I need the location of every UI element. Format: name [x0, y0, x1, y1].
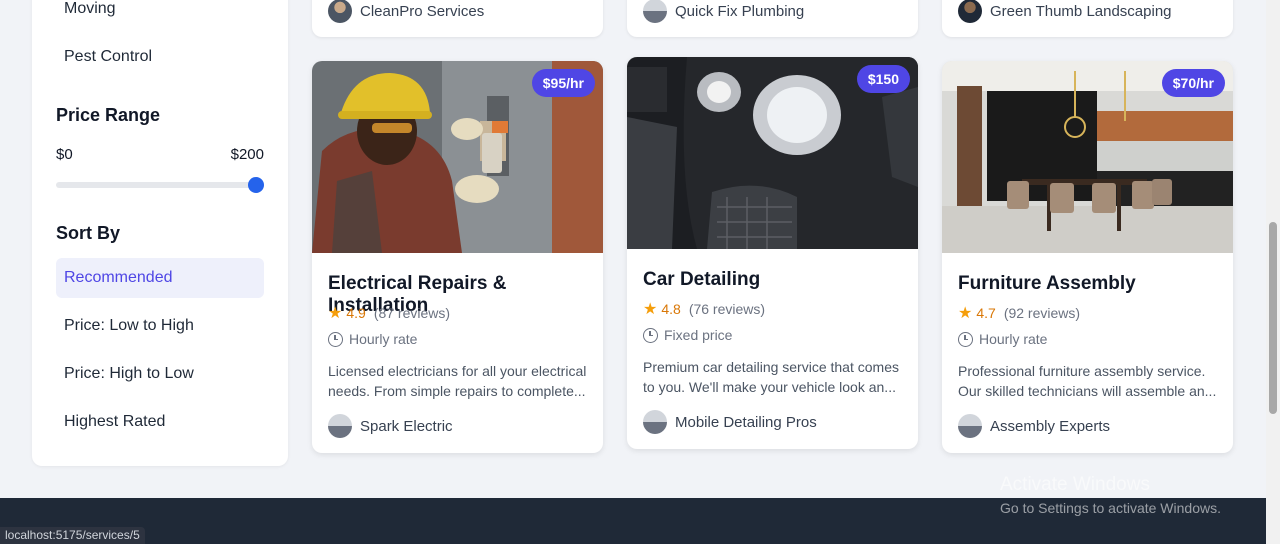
provider-row: Green Thumb Landscaping: [958, 0, 1172, 23]
price-badge: $150: [856, 65, 910, 93]
provider-name: Green Thumb Landscaping: [990, 2, 1172, 20]
provider-name: Spark Electric: [360, 417, 453, 435]
watermark-title: Activate Windows: [1000, 474, 1150, 495]
sort-option-recommended[interactable]: Recommended: [56, 258, 264, 298]
review-count: (76 reviews): [688, 301, 766, 317]
rating-value: 4.7: [976, 305, 996, 321]
provider-name: Quick Fix Plumbing: [675, 2, 805, 20]
provider-name: CleanPro Services: [360, 2, 485, 20]
provider-avatar: [958, 0, 982, 23]
watermark-subtitle: Go to Settings to activate Windows.: [1000, 500, 1221, 516]
service-description: Professional furniture assembly service.…: [958, 363, 1217, 399]
price-type-row: Hourly rate: [328, 331, 417, 347]
sort-by-heading: Sort By: [56, 223, 121, 243]
price-type-row: Fixed price: [643, 327, 732, 343]
service-title[interactable]: Furniture Assembly: [958, 273, 1136, 295]
category-item-moving[interactable]: Moving: [64, 0, 116, 18]
service-title[interactable]: Car Detailing: [643, 269, 760, 291]
price-type: Fixed price: [664, 327, 733, 343]
price-range-labels: $0 $200: [56, 146, 264, 163]
service-card-plumbing[interactable]: Quick Fix Plumbing: [627, 0, 918, 37]
provider-row: Assembly Experts: [958, 414, 1110, 438]
price-max-label: $200: [230, 146, 264, 163]
service-image: $150: [627, 57, 918, 249]
price-type-row: Hourly rate: [958, 331, 1047, 347]
provider-row: Spark Electric: [328, 414, 453, 438]
provider-avatar: [643, 0, 667, 23]
provider-name: Assembly Experts: [990, 417, 1111, 435]
provider-row: CleanPro Services: [328, 0, 484, 23]
rating-row: ★ 4.7 (92 reviews): [958, 303, 1080, 323]
price-badge: $95/hr: [531, 69, 595, 97]
clock-icon: [958, 331, 973, 347]
clock-icon: [643, 327, 658, 343]
sort-option-highest-rated[interactable]: Highest Rated: [56, 402, 264, 442]
service-image: $70/hr: [942, 61, 1233, 253]
provider-avatar: [643, 410, 667, 434]
scrollbar-thumb[interactable]: [1269, 222, 1277, 414]
link-status-bar: localhost:5175/services/5: [0, 527, 145, 544]
service-card-cleaning[interactable]: CleanPro Services: [312, 0, 603, 37]
service-card-electrical[interactable]: $95/hr Electrical Repairs & Installation…: [312, 61, 603, 453]
provider-name: Mobile Detailing Pros: [675, 413, 817, 431]
rating-value: 4.8: [661, 301, 681, 317]
clock-icon: [328, 331, 343, 347]
service-image: $95/hr: [312, 61, 603, 253]
provider-row: Mobile Detailing Pros: [643, 410, 817, 434]
rating-row: ★ 4.9 (87 reviews): [328, 303, 450, 323]
service-description: Licensed electricians for all your elect…: [328, 363, 587, 399]
price-min-label: $0: [56, 146, 73, 163]
sort-option-price-high-low[interactable]: Price: High to Low: [56, 354, 264, 394]
provider-row: Quick Fix Plumbing: [643, 0, 804, 23]
rating-value: 4.9: [346, 305, 366, 321]
activate-windows-watermark: Activate Windows Go to Settings to activ…: [1000, 474, 1221, 516]
category-item-pest-control[interactable]: Pest Control: [64, 48, 152, 66]
provider-avatar: [328, 0, 352, 23]
star-icon: ★: [643, 301, 658, 318]
service-card-car-detailing[interactable]: $150 Car Detailing ★ 4.8 (76 reviews) Fi…: [627, 57, 918, 449]
provider-avatar: [328, 414, 352, 438]
price-slider-thumb[interactable]: [248, 177, 264, 193]
review-count: (87 reviews): [373, 305, 451, 321]
rating-row: ★ 4.8 (76 reviews): [643, 299, 765, 319]
star-icon: ★: [328, 305, 343, 322]
filter-sidebar: Moving Pest Control Price Range $0 $200 …: [32, 0, 288, 466]
sort-option-price-low-high[interactable]: Price: Low to High: [56, 306, 264, 346]
service-card-furniture-assembly[interactable]: $70/hr Furniture Assembly ★ 4.7 (92 revi…: [942, 61, 1233, 453]
service-description: Premium car detailing service that comes…: [643, 359, 899, 395]
star-icon: ★: [958, 305, 973, 322]
service-card-landscaping[interactable]: Green Thumb Landscaping: [942, 0, 1233, 37]
provider-avatar: [958, 414, 982, 438]
price-range-heading: Price Range: [56, 105, 161, 125]
review-count: (92 reviews): [1003, 305, 1081, 321]
price-type: Hourly rate: [349, 331, 418, 347]
price-badge: $70/hr: [1161, 69, 1225, 97]
price-slider-track[interactable]: [56, 182, 258, 188]
page-scrollbar[interactable]: [1266, 0, 1280, 544]
price-type: Hourly rate: [979, 331, 1048, 347]
